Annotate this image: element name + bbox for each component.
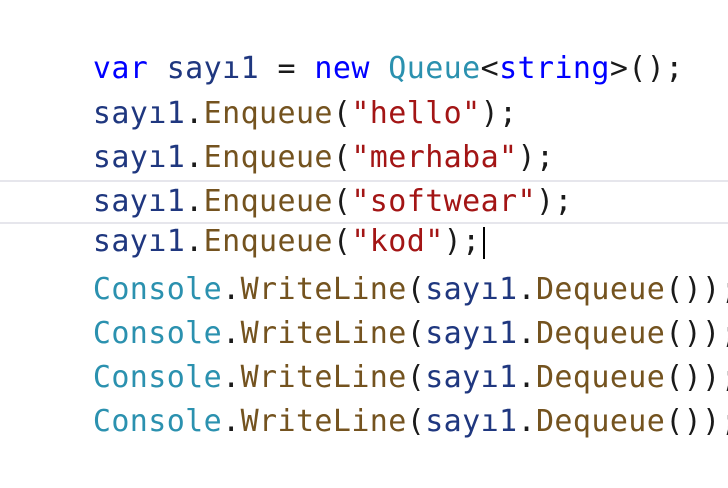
- code-line-4[interactable]: sayı1.Enqueue("softwear");: [0, 136, 728, 219]
- method-writeline: WriteLine: [240, 404, 407, 439]
- paren-open: (: [406, 404, 426, 439]
- paren-close: ());: [665, 404, 728, 439]
- code-line-5-current[interactable]: sayı1.Enqueue("kod");: [0, 180, 728, 259]
- variable-ref: sayı1: [425, 404, 518, 439]
- member-dot: .: [517, 404, 536, 439]
- method-dequeue: Dequeue: [535, 404, 666, 439]
- code-editor[interactable]: var sayı1 = new Queue<string>(); sayı1.E…: [0, 0, 728, 439]
- code-line-6[interactable]: Console.WriteLine(sayı1.Dequeue());: [0, 224, 728, 307]
- code-line-3[interactable]: sayı1.Enqueue("merhaba");: [0, 92, 728, 175]
- code-line-8[interactable]: Console.WriteLine(sayı1.Dequeue());: [0, 312, 728, 395]
- type-console: Console: [92, 404, 223, 439]
- code-line-9[interactable]: Console.WriteLine(sayı1.Dequeue());: [0, 356, 728, 439]
- code-line-7[interactable]: Console.WriteLine(sayı1.Dequeue());: [0, 268, 728, 351]
- code-line-2[interactable]: sayı1.Enqueue("hello");: [0, 48, 728, 131]
- code-line-1[interactable]: var sayı1 = new Queue<string>();: [0, 3, 728, 86]
- member-dot: .: [222, 404, 241, 439]
